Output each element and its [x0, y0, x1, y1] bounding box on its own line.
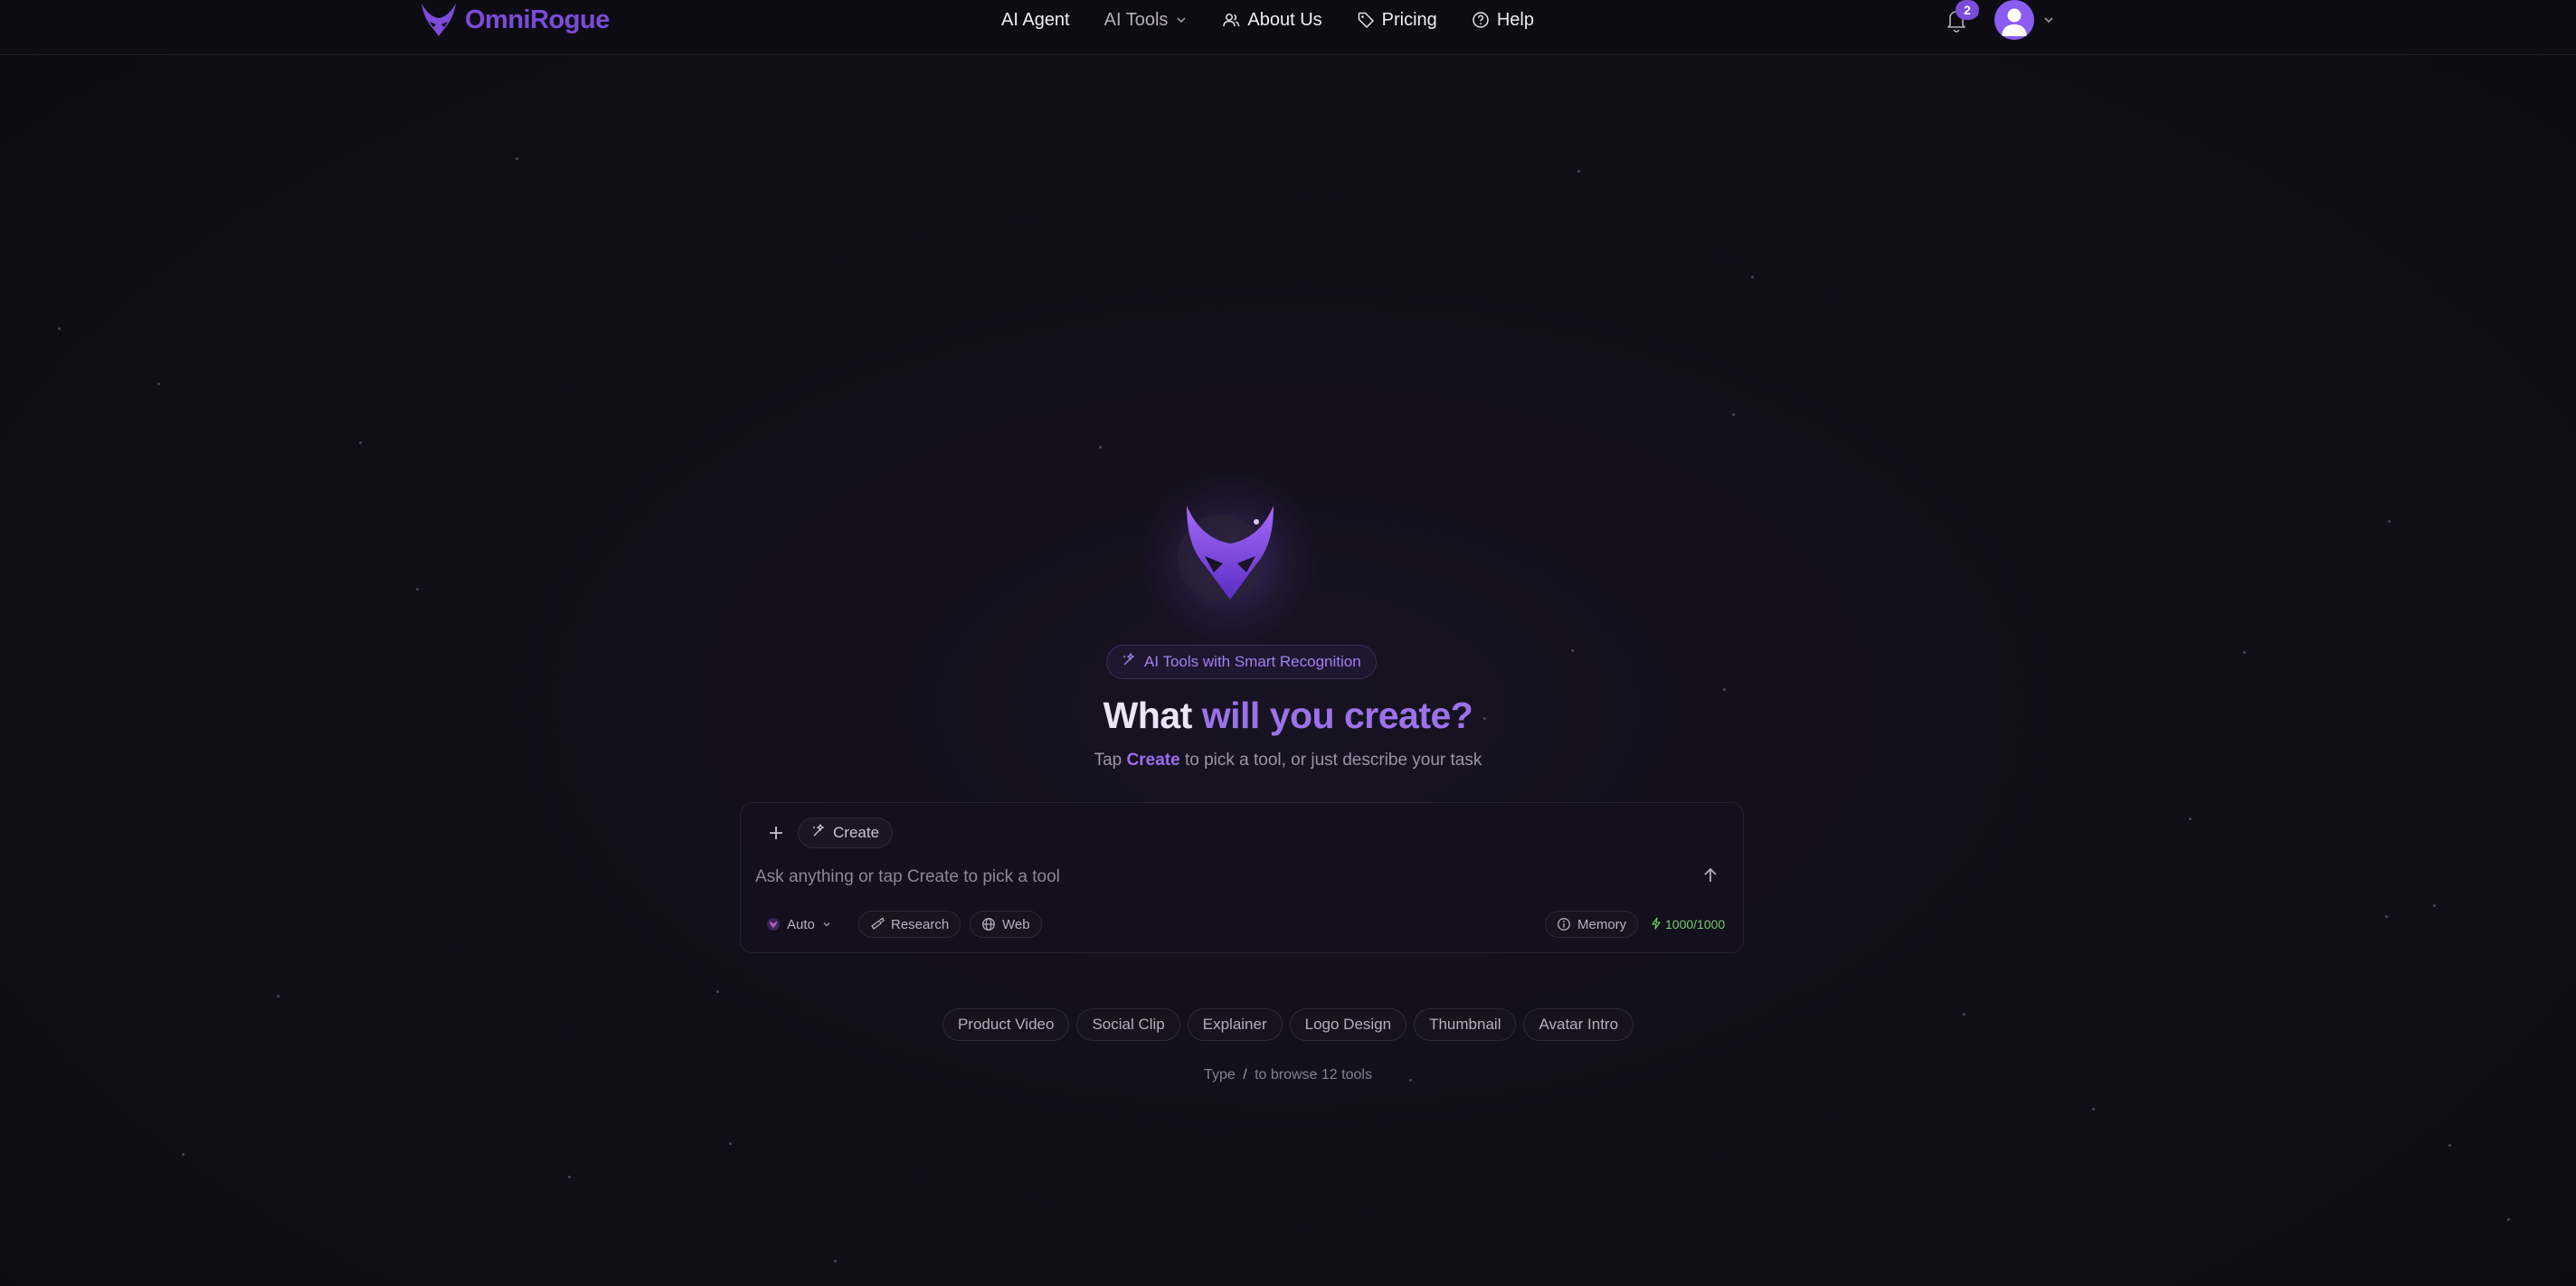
hero-mask-logo-icon [1158, 493, 1302, 629]
info-circle-icon [1557, 917, 1571, 931]
tag-icon [1357, 11, 1375, 29]
globe-icon [981, 917, 996, 931]
users-icon [1222, 11, 1240, 29]
memory-toggle[interactable]: Memory [1545, 911, 1639, 938]
brand-logo[interactable]: OmniRogue [418, 0, 610, 40]
prompt-composer: Create Auto Research Web Memory 1 [740, 802, 1744, 953]
nav-ai-tools-label: AI Tools [1103, 9, 1169, 30]
subtitle-after: to pick a tool, or just describe your ta… [1179, 751, 1482, 770]
research-toggle[interactable]: Research [858, 911, 961, 938]
sparkles-icon [811, 823, 826, 843]
telescope-icon [870, 917, 885, 931]
nav-help-label: Help [1496, 9, 1534, 30]
page-title: What will you create? [0, 695, 2576, 737]
suggestion-chip[interactable]: Thumbnail [1414, 1008, 1517, 1041]
nav-about-us[interactable]: About Us [1222, 9, 1322, 31]
hint-before: Type [1204, 1067, 1240, 1083]
prompt-input[interactable] [755, 862, 1660, 893]
memory-label: Memory [1577, 916, 1627, 932]
nav-ai-agent[interactable]: AI Agent [1001, 10, 1070, 31]
starfield [0, 0, 2576, 1286]
nav-pricing-label: Pricing [1381, 9, 1437, 30]
create-tool-label: Create [833, 824, 880, 841]
model-select-label: Auto [787, 916, 815, 932]
help-circle-icon [1472, 11, 1490, 29]
suggestion-chip[interactable]: Avatar Intro [1523, 1008, 1634, 1041]
chevron-down-icon [1175, 14, 1188, 26]
account-menu-chevron-icon[interactable] [2042, 14, 2055, 31]
model-avatar-icon [766, 917, 781, 931]
chevron-down-icon [821, 919, 832, 930]
nav-ai-agent-label: AI Agent [1001, 9, 1070, 30]
nav-about-us-label: About Us [1247, 9, 1322, 30]
mask-logo-icon [418, 2, 459, 38]
suggestion-chip[interactable]: Social Clip [1076, 1008, 1180, 1041]
subtitle-create-word: Create [1126, 751, 1180, 770]
nav-ai-tools-dropdown[interactable]: AI Tools [1104, 10, 1189, 31]
feature-badge-text: AI Tools with Smart Recognition [1144, 653, 1361, 670]
web-search-toggle[interactable]: Web [970, 911, 1042, 938]
credits-value: 1000/1000 [1665, 917, 1726, 931]
bell-icon [1943, 11, 1970, 38]
slash-key-hint: / [1243, 1067, 1247, 1083]
headline-accent: will you create? [1201, 695, 1473, 736]
model-select[interactable]: Auto [755, 911, 843, 938]
lightning-icon [1651, 916, 1662, 932]
browse-tools-hint: Type / to browse 12 tools [0, 1067, 2576, 1083]
subtitle-before: Tap [1094, 751, 1127, 770]
create-tool-button[interactable]: Create [798, 818, 894, 848]
suggestion-chip[interactable]: Product Video [942, 1008, 1070, 1041]
sparkles-icon [1122, 652, 1136, 672]
nav-help[interactable]: Help [1472, 10, 1534, 31]
credits-counter: 1000/1000 [1651, 911, 1725, 938]
headline-start: What [1103, 695, 1202, 736]
suggestion-chip[interactable]: Explainer [1187, 1008, 1283, 1041]
web-label: Web [1002, 916, 1030, 932]
send-arrow-up-icon[interactable] [1700, 865, 1721, 886]
page-subtitle: Tap Create to pick a tool, or just descr… [0, 751, 2576, 771]
research-label: Research [891, 916, 950, 932]
hint-after: to browse 12 tools [1250, 1067, 1372, 1083]
notification-count-badge: 2 [1956, 0, 1979, 20]
suggestion-chips: Product Video Social Clip Explainer Logo… [0, 1008, 2576, 1041]
nav-links: AI Agent AI Tools About Us Pricing Help [1001, 0, 1534, 40]
feature-badge: AI Tools with Smart Recognition [1106, 645, 1377, 679]
user-avatar[interactable] [1994, 0, 2034, 40]
brand-name: OmniRogue [465, 5, 610, 34]
nav-pricing[interactable]: Pricing [1357, 10, 1437, 31]
suggestion-chip[interactable]: Logo Design [1289, 1008, 1407, 1041]
add-attachment-plus-icon[interactable] [764, 821, 788, 845]
top-navbar: OmniRogue AI Agent AI Tools About Us Pri… [0, 0, 2576, 55]
